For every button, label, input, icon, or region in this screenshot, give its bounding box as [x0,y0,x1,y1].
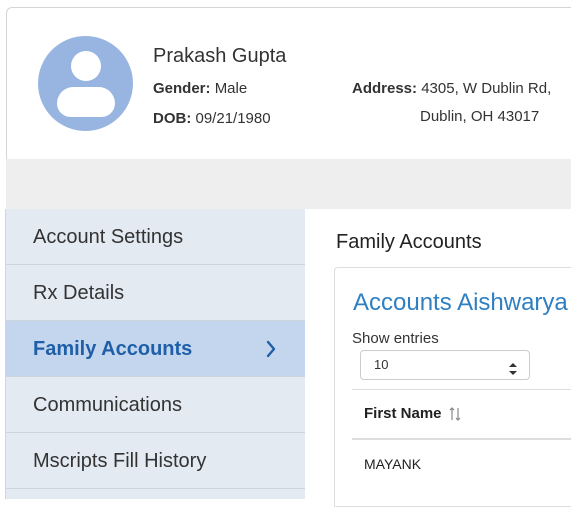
sidebar-item-label: Family Accounts [33,338,193,360]
address-info: Address: 4305, W Dublin Rd, [352,80,551,97]
sidebar-item-mscripts-fill-history[interactable]: Mscripts Fill History [6,433,305,489]
table-header-divider [352,438,571,440]
address-line-1: 4305, W Dublin Rd, [421,80,552,97]
select-updown-icon [509,358,517,375]
sidebar-item-communications[interactable]: Communications [6,377,305,433]
gender-label: Gender: [153,80,211,97]
profile-card: Prakash Gupta Gender: Male DOB: 09/21/19… [6,7,571,159]
column-header-first-name[interactable]: First Name [364,405,442,422]
entries-select-value: 10 [374,357,389,372]
address-label: Address: [352,80,418,97]
sidebar-item-label: Mscripts Fill History [33,450,207,472]
sidebar-item-rx-details[interactable]: Rx Details [6,265,305,321]
sidebar-item-label: Communications [33,394,182,416]
dob-value: 09/21/1980 [195,110,271,127]
dob-label: DOB: [153,110,192,127]
accounts-panel: Accounts Aishwarya Show entries 10 First… [334,267,571,507]
sort-icon[interactable] [449,406,461,422]
show-entries-label: Show entries [352,330,439,347]
dob-info: DOB: 09/21/1980 [153,110,271,127]
section-title: Family Accounts [336,231,482,253]
gender-info: Gender: Male [153,80,247,97]
table-top-divider [352,389,571,390]
table-cell-first-name: MAYANK [364,456,422,472]
gender-value: Male [214,80,248,97]
address-line-2: Dublin, OH 43017 [420,108,540,125]
entries-select[interactable]: 10 [360,350,530,380]
panel-title: Accounts Aishwarya [353,289,568,316]
sidebar-item-label: Account Settings [33,226,184,248]
profile-name: Prakash Gupta [153,45,287,67]
user-avatar-icon [38,36,133,131]
main-content: Family Accounts Accounts Aishwarya Show … [305,209,571,507]
sidebar-item-account-settings[interactable]: Account Settings [6,209,305,265]
sidebar-item-label: Rx Details [33,282,125,304]
header-divider-band [6,159,571,209]
sidebar-nav: Account Settings Rx Details Family Accou… [5,209,305,499]
sidebar-item-family-accounts[interactable]: Family Accounts [6,321,305,377]
